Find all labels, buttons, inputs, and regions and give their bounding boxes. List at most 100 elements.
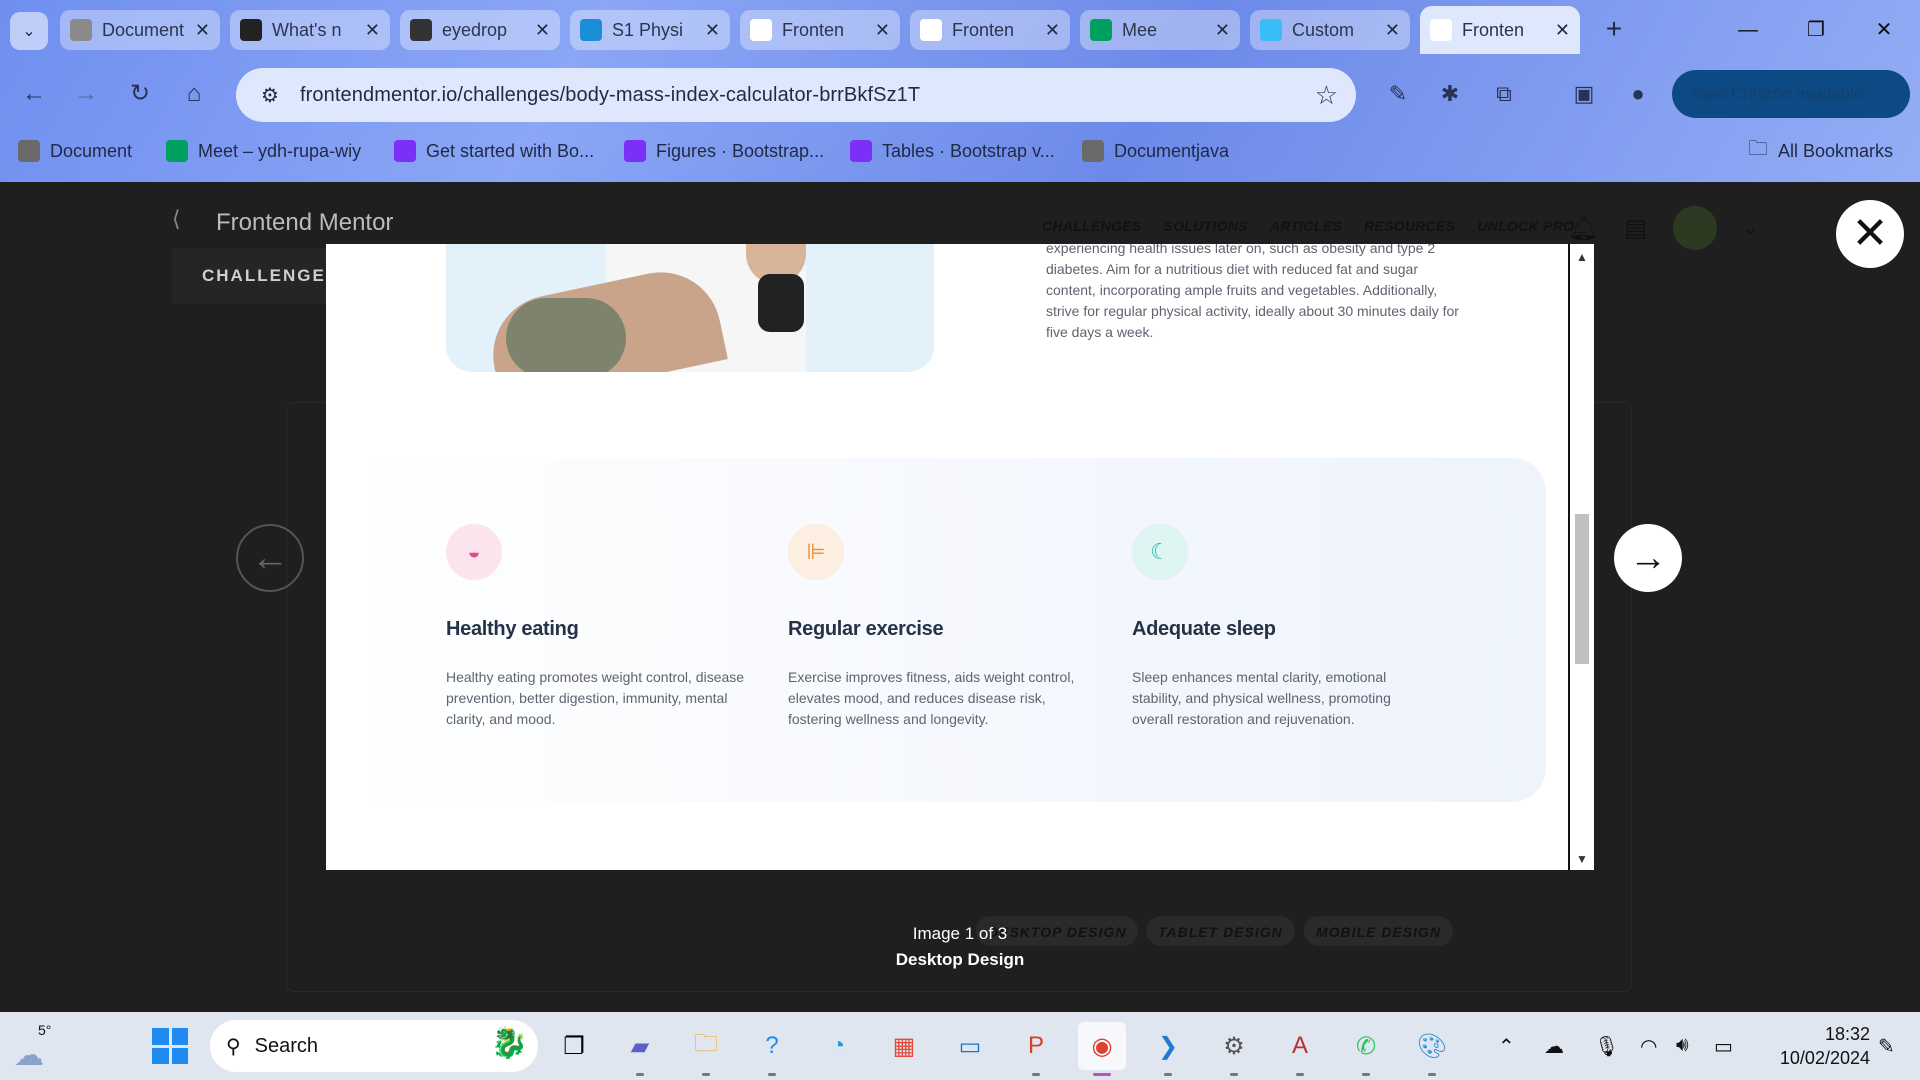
profile-icon[interactable]: ● (1618, 74, 1658, 114)
scroll-down-arrow-icon[interactable]: ▼ (1576, 852, 1588, 866)
restore-button[interactable]: ❐ (1796, 10, 1836, 50)
nav-solutions[interactable]: SOLUTIONS (1163, 218, 1247, 234)
new-tab-button[interactable]: + (1596, 12, 1632, 48)
bookmark-item[interactable]: Documentjava (1082, 136, 1229, 166)
close-tab-icon[interactable]: ✕ (1385, 20, 1400, 41)
eyedropper-extension-icon[interactable]: ✎ (1378, 74, 1418, 114)
browser-tab[interactable]: S1 Physi ✕ (570, 10, 730, 50)
all-bookmarks-button[interactable]: 🗀 All Bookmarks (1748, 136, 1893, 166)
nav-resources[interactable]: RESOURCES (1364, 218, 1455, 234)
paint-icon[interactable]: 🎨︎ (1408, 1022, 1456, 1076)
bookmark-star-icon[interactable]: ☆ (1315, 80, 1338, 111)
task-view-icon[interactable]: ❐ (550, 1022, 598, 1070)
home-button[interactable]: ⌂ (174, 74, 214, 114)
notification-icon[interactable]: ✎ (1878, 1034, 1895, 1059)
close-tab-icon[interactable]: ✕ (875, 20, 890, 41)
close-icon: ✕ (1851, 209, 1889, 258)
vscode-icon[interactable]: ❯ (1144, 1022, 1192, 1076)
site-info-icon[interactable]: ⚙ (248, 83, 292, 108)
browser-tab[interactable]: Custom ✕ (1250, 10, 1410, 50)
bookmark-item[interactable]: Get started with Bo... (394, 136, 594, 166)
close-tab-icon[interactable]: ✕ (1045, 20, 1060, 41)
settings-icon[interactable]: ⚙ (1210, 1022, 1258, 1076)
bug-extension-icon[interactable]: ✱ (1430, 74, 1470, 114)
clock[interactable]: 18:32 10/02/2024 (1760, 1022, 1870, 1070)
taskbar-search[interactable]: ⚲ Search 🐉 (210, 1020, 538, 1072)
design-preview-modal[interactable]: experiencing health issues later on, suc… (326, 244, 1594, 870)
bookmark-item[interactable]: Figures · Bootstrap... (624, 136, 824, 166)
frontend-mentor-icon (1430, 19, 1452, 41)
forward-button[interactable]: → (66, 74, 106, 114)
close-tab-icon[interactable]: ✕ (195, 20, 210, 41)
minimize-button[interactable]: — (1728, 10, 1768, 50)
browser-tab[interactable]: Fronten ✕ (910, 10, 1070, 50)
modal-scrollbar[interactable]: ▲ ▼ (1568, 244, 1594, 870)
site-logo[interactable]: ⟨ Frontend Mentor (172, 206, 393, 240)
help-icon[interactable]: ? (748, 1022, 796, 1076)
tab-search-button[interactable]: ⌄ (10, 12, 48, 50)
clock-date: 10/02/2024 (1779, 1048, 1870, 1068)
close-tab-icon[interactable]: ✕ (535, 20, 550, 41)
teams-icon[interactable]: ▰ (616, 1022, 664, 1076)
next-image-button[interactable]: → (1614, 524, 1682, 592)
edge-icon[interactable]: ◔ (814, 1022, 862, 1070)
close-tab-icon[interactable]: ✕ (365, 20, 380, 41)
onedrive-cloud-icon[interactable]: ☁ (1544, 1034, 1564, 1059)
bookmarks-bar: Document Meet – ydh-rupa-wiy Get started w… (0, 128, 1920, 172)
whatsapp-icon[interactable]: ✆ (1342, 1022, 1390, 1076)
google-meet-icon (1090, 19, 1112, 41)
myhp-icon[interactable]: ▭ (946, 1022, 994, 1070)
briefcase-icon[interactable]: ▤ (1624, 214, 1647, 243)
battery-icon[interactable]: ▭ (1714, 1034, 1733, 1059)
side-panel-icon[interactable]: ▣ (1564, 74, 1604, 114)
address-bar[interactable]: ⚙ frontendmentor.io/challenges/body-mass… (236, 68, 1356, 122)
github-icon (240, 19, 262, 41)
browser-tab[interactable]: Fronten ✕ (1420, 6, 1580, 54)
powerpoint-icon[interactable]: P (1012, 1022, 1060, 1076)
bowl-icon: ◒ (446, 524, 502, 580)
chevron-down-icon: ⌄ (22, 23, 36, 40)
tab-title: Fronten (952, 19, 1015, 40)
access-icon[interactable]: A (1276, 1022, 1324, 1076)
browser-tab[interactable]: eyedrop ✕ (400, 10, 560, 50)
close-tab-icon[interactable]: ✕ (705, 20, 720, 41)
bookmark-item[interactable]: Document (18, 136, 132, 166)
nav-challenges[interactable]: CHALLENGES (1042, 218, 1141, 234)
extensions-puzzle-icon[interactable]: ⧉ (1484, 74, 1524, 114)
scroll-up-arrow-icon[interactable]: ▲ (1576, 250, 1588, 264)
site-nav: CHALLENGES SOLUTIONS ARTICLES RESOURCES … (1042, 218, 1575, 234)
tip-healthy-eating: ◒ Healthy eating Healthy eating promotes… (446, 524, 746, 730)
chrome-icon[interactable]: ◉ (1078, 1022, 1126, 1076)
close-tab-icon[interactable]: ✕ (1215, 20, 1230, 41)
volume-icon[interactable]: 🔊︎ (1676, 1034, 1689, 1057)
chevron-down-icon[interactable]: ⌄ (1743, 218, 1758, 239)
browser-tab[interactable]: Document ✕ (60, 10, 220, 50)
close-tab-icon[interactable]: ✕ (1555, 20, 1570, 41)
bookmark-item[interactable]: Tables · Bootstrap v... (850, 136, 1055, 166)
microphone-icon[interactable]: 🎙︎ (1594, 1034, 1619, 1059)
nav-articles[interactable]: ARTICLES (1270, 218, 1342, 234)
back-button[interactable]: ← (14, 74, 54, 114)
nav-unlock-pro[interactable]: UNLOCK PRO (1477, 218, 1574, 234)
wifi-icon[interactable]: ◠ (1640, 1034, 1657, 1059)
tab-tablet-design[interactable]: TABLET DESIGN (1146, 916, 1295, 946)
avatar[interactable] (1673, 206, 1718, 250)
weather-widget[interactable]: 5° ☁ (12, 1022, 60, 1072)
chrome-update-button[interactable]: New Chrome available (1672, 70, 1910, 118)
url-text[interactable]: frontendmentor.io/challenges/body-mass-i… (300, 84, 920, 107)
start-button[interactable] (152, 1028, 188, 1064)
tab-mobile-design[interactable]: MOBILE DESIGN (1304, 916, 1454, 946)
store-icon[interactable]: ▦ (880, 1022, 928, 1070)
browser-tab[interactable]: What's n ✕ (230, 10, 390, 50)
bookmark-item[interactable]: Meet – ydh-rupa-wiy (166, 136, 361, 166)
chevron-up-icon[interactable]: ⌃ (1498, 1034, 1515, 1059)
bell-icon[interactable]: 🔔︎ (1568, 214, 1598, 243)
close-lightbox-button[interactable]: ✕ (1836, 200, 1904, 268)
previous-image-button[interactable]: ← (236, 524, 304, 592)
file-explorer-icon[interactable]: 🗀 (682, 1022, 730, 1076)
browser-tab[interactable]: Mee ✕ (1080, 10, 1240, 50)
scroll-thumb[interactable] (1575, 514, 1589, 664)
close-window-button[interactable]: ✕ (1864, 10, 1904, 50)
reload-button[interactable]: ↻ (120, 74, 160, 114)
browser-tab[interactable]: Fronten ✕ (740, 10, 900, 50)
